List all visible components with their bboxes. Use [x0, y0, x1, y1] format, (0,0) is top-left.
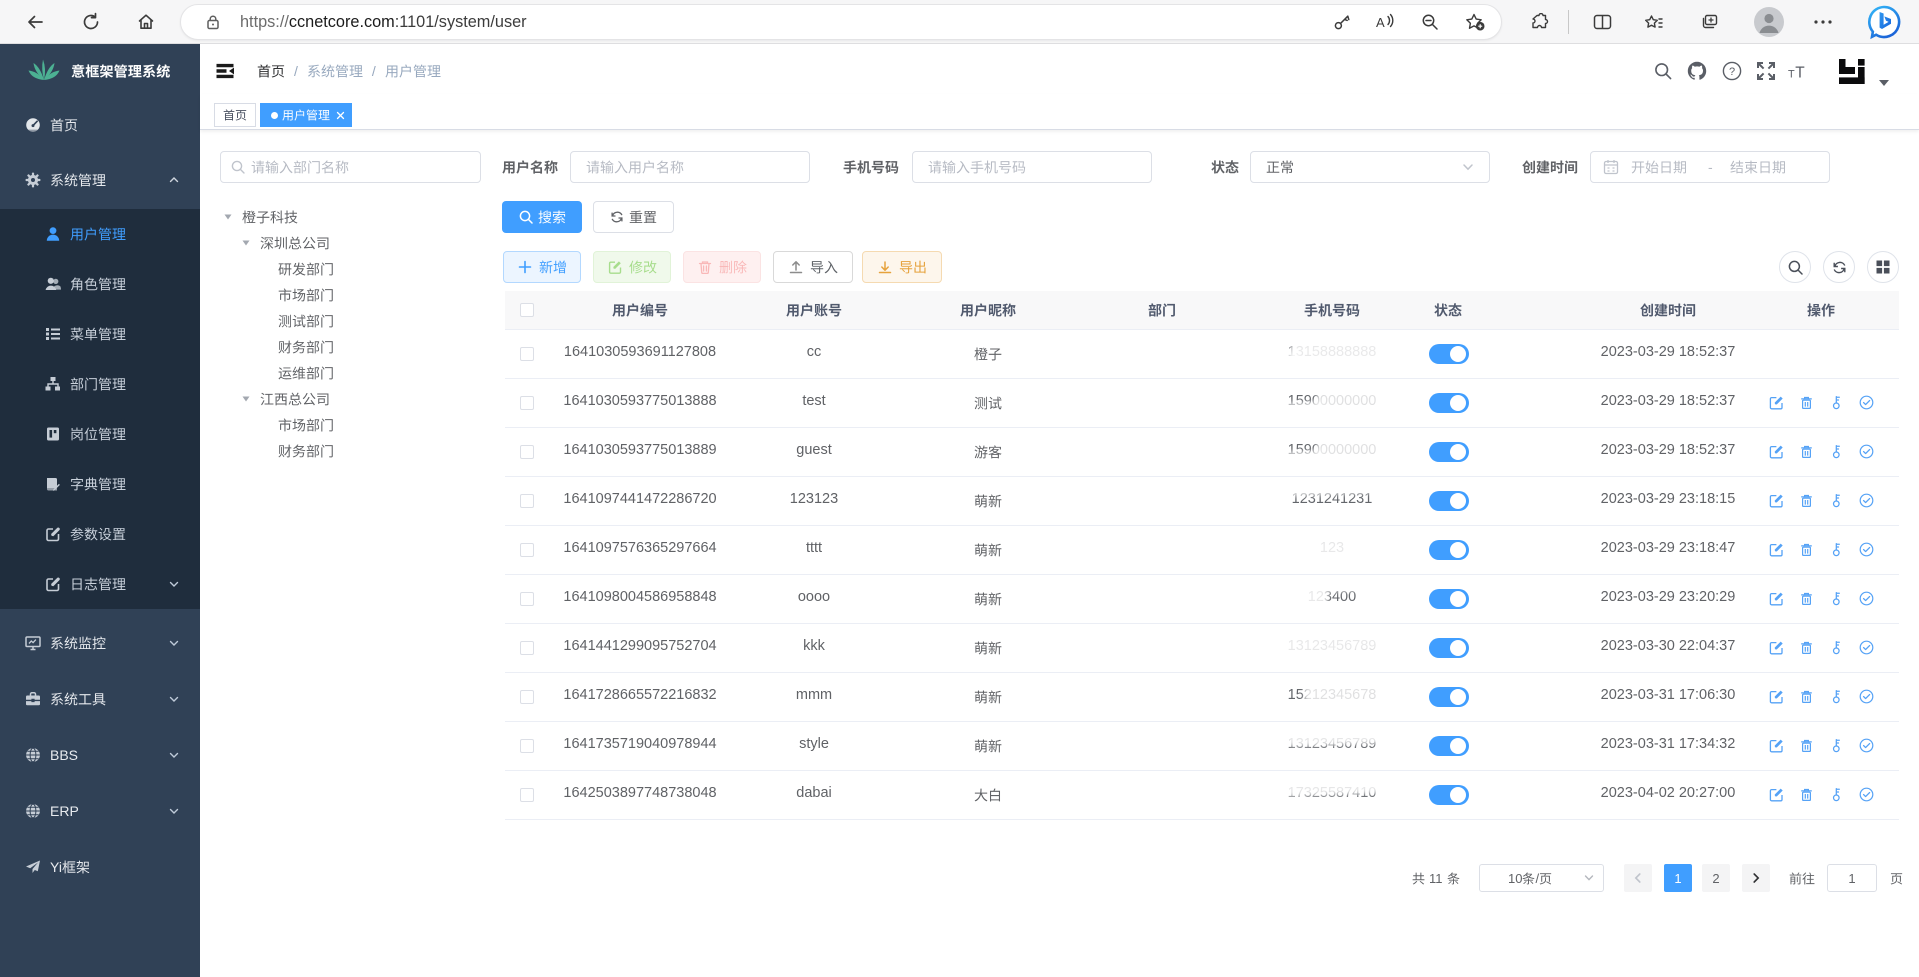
- svg-text:T: T: [1788, 68, 1795, 79]
- svg-text:A: A: [1376, 15, 1385, 30]
- svg-text:?: ?: [1729, 66, 1735, 78]
- svg-text:T: T: [1795, 64, 1805, 79]
